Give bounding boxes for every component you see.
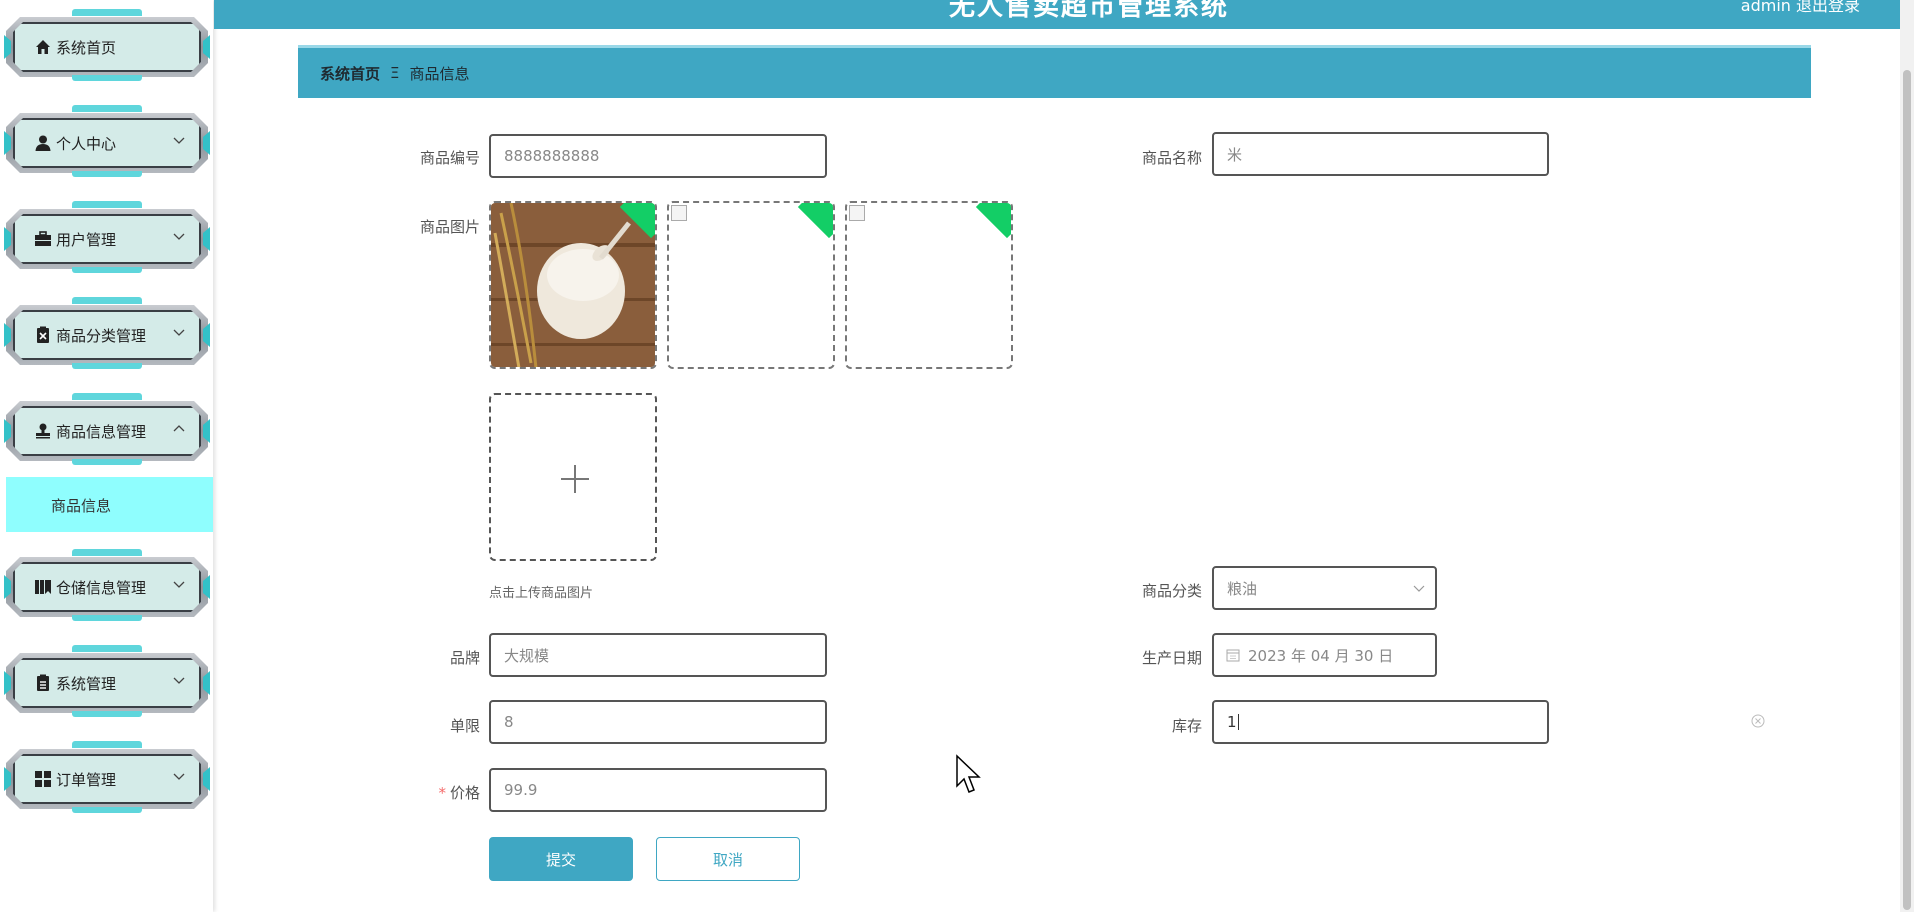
menu-frame-decoration: [72, 171, 142, 177]
calendar-icon: [1226, 649, 1240, 662]
submit-button[interactable]: 提交: [489, 837, 633, 881]
book-icon: [34, 578, 52, 596]
date-value: 2023 年 04 月 30 日: [1248, 646, 1394, 665]
user-icon: [34, 134, 52, 152]
app-title: 无人售卖超市管理系统: [949, 0, 1230, 22]
price-label-text: 价格: [449, 784, 480, 802]
sidebar-item-4[interactable]: 商品分类管理: [4, 293, 210, 373]
date-picker[interactable]: 2023 年 04 月 30 日: [1212, 633, 1437, 677]
sidebar: 系统首页个人中心用户管理商品分类管理 商品信息管理 仓储信息管理 系统管理订单管理 商…: [0, 0, 213, 912]
category-select[interactable]: 粮油: [1212, 566, 1437, 610]
category-value: 粮油: [1227, 579, 1258, 598]
menu-frame-decoration: [72, 549, 142, 556]
grid-icon: [34, 770, 52, 788]
date-label: 生产日期: [1141, 649, 1202, 667]
upload-hint: 点击上传商品图片: [489, 586, 594, 601]
breadcrumb-separator: Ξ: [390, 64, 400, 82]
image-label: 商品图片: [419, 218, 480, 236]
chevron-down-icon: [173, 329, 185, 336]
sidebar-subitem-label: 商品信息: [51, 497, 112, 515]
menu-frame-decoration: [72, 615, 142, 621]
sidebar-item-label: 订单管理: [56, 770, 117, 789]
limit-input[interactable]: 8: [489, 700, 827, 744]
plus-icon: [561, 465, 589, 493]
menu-frame-decoration: [72, 9, 142, 16]
upload-success-badge: [797, 203, 833, 239]
menu-frame-decoration: [72, 741, 142, 748]
chevron-down-icon: [173, 137, 185, 144]
chevron-down-icon: [173, 233, 185, 240]
chevron-down-icon: [173, 581, 185, 588]
mouse-cursor-icon: [956, 754, 981, 793]
menu-frame-decoration: [72, 807, 142, 813]
chevron-up-icon: [173, 425, 185, 432]
price-input[interactable]: 99.9: [489, 768, 827, 812]
sidebar-item-2[interactable]: 个人中心: [4, 101, 210, 181]
scrollbar-thumb[interactable]: [1903, 70, 1911, 910]
text-caret: [1237, 714, 1239, 730]
breadcrumb-home[interactable]: 系统首页: [320, 63, 380, 84]
chevron-down-icon: [173, 677, 185, 684]
top-header: 无人售卖超市管理系统 admin 退出登录: [214, 0, 1900, 29]
clipboard-icon: [34, 674, 52, 692]
stamp-icon: [34, 422, 52, 440]
menu-frame-decoration: [72, 459, 142, 465]
rice-photo: [491, 203, 655, 367]
sidebar-item-8[interactable]: 订单管理: [4, 737, 210, 817]
category-label: 商品分类: [1141, 582, 1202, 600]
brand-label: 品牌: [449, 649, 480, 667]
sidebar-item-label: 个人中心: [56, 134, 117, 153]
sidebar-subitem-product-info[interactable]: 商品信息: [6, 477, 213, 532]
user-menu[interactable]: admin 退出登录: [1741, 0, 1860, 16]
menu-frame-decoration: [72, 105, 142, 112]
image-upload-button[interactable]: [489, 393, 657, 561]
menu-frame-decoration: [72, 267, 142, 273]
sidebar-item-label: 系统管理: [56, 674, 117, 693]
stock-input[interactable]: 1: [1212, 700, 1549, 744]
name-label: 商品名称: [1141, 149, 1202, 167]
chevron-down-icon: [173, 773, 185, 780]
menu-frame-decoration: [72, 297, 142, 304]
home-icon: [34, 38, 52, 56]
sidebar-item-label: 仓储信息管理: [56, 578, 147, 597]
stock-label: 库存: [1171, 717, 1202, 735]
menu-frame-decoration: [72, 75, 142, 81]
product-image-1[interactable]: [489, 201, 657, 369]
menu-frame-decoration: [72, 711, 142, 717]
menu-frame-decoration: [72, 201, 142, 208]
page-scrollbar[interactable]: [1900, 0, 1914, 912]
breadcrumb-current: 商品信息: [409, 64, 470, 83]
brand-input[interactable]: 大规模: [489, 633, 827, 677]
upload-success-badge: [975, 203, 1011, 239]
sidebar-item-3[interactable]: 用户管理: [4, 197, 210, 277]
breadcrumb: 系统首页 Ξ 商品信息: [298, 45, 1811, 98]
menu-frame-decoration: [72, 363, 142, 369]
limit-label: 单限: [449, 717, 480, 735]
briefcase-icon: [34, 230, 52, 248]
code-label: 商品编号: [419, 149, 480, 167]
menu-frame-decoration: [72, 393, 142, 400]
name-input[interactable]: 米: [1212, 132, 1549, 176]
product-image-2[interactable]: [667, 201, 835, 369]
clipboard-x-icon: [34, 326, 52, 344]
price-label: * 价格: [360, 782, 480, 803]
clear-icon[interactable]: [1751, 714, 1765, 728]
sidebar-item-label: 用户管理: [56, 230, 117, 249]
sidebar-item-7[interactable]: 系统管理: [4, 641, 210, 721]
code-input[interactable]: 8888888888: [489, 134, 827, 178]
sidebar-item-6[interactable]: 仓储信息管理: [4, 545, 210, 625]
sidebar-item-1[interactable]: 系统首页: [4, 5, 210, 85]
stock-value: 1: [1227, 713, 1237, 731]
menu-frame-decoration: [72, 645, 142, 652]
required-mark: *: [438, 784, 446, 802]
sidebar-item-5[interactable]: 商品信息管理: [4, 389, 210, 469]
product-image-3[interactable]: [845, 201, 1013, 369]
sidebar-item-label: 商品分类管理: [56, 326, 147, 345]
sidebar-item-label: 商品信息管理: [56, 422, 147, 441]
broken-image-icon: [671, 205, 687, 221]
cancel-button[interactable]: 取消: [656, 837, 800, 881]
broken-image-icon: [849, 205, 865, 221]
chevron-down-icon: [1413, 585, 1425, 592]
sidebar-item-label: 系统首页: [56, 38, 117, 57]
